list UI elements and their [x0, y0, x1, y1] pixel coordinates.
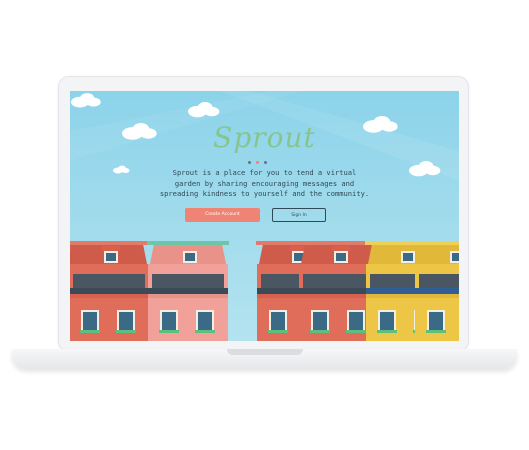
app-logo: Sprout [213, 121, 316, 154]
laptop-notch [227, 349, 303, 355]
sign-in-button[interactable]: Sign In [272, 208, 326, 222]
carousel-dot[interactable] [248, 161, 251, 164]
app-screen: Sprout Sprout is a place for you to tend… [70, 91, 459, 341]
tagline: Sprout is a place for you to tend a virt… [159, 168, 370, 198]
carousel-dot-active[interactable] [256, 161, 259, 164]
create-account-button[interactable]: Create Account [185, 208, 260, 222]
carousel-dot[interactable] [264, 161, 267, 164]
